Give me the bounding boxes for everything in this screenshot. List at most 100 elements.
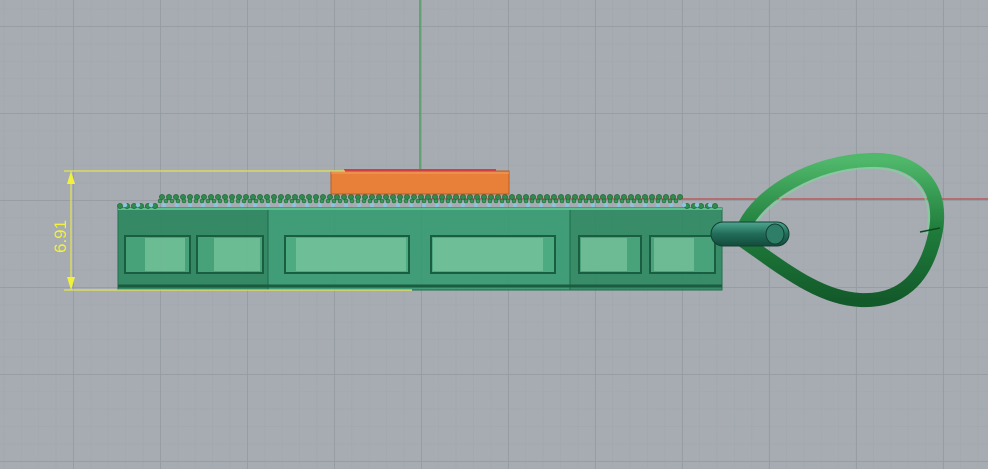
pave-stone — [193, 198, 199, 204]
selected-object[interactable] — [330, 169, 510, 195]
pave-stone — [577, 198, 583, 204]
pave-stone — [637, 198, 643, 204]
pave-stone — [516, 194, 522, 200]
pave-stone-highlight — [421, 202, 427, 208]
pave-stone — [319, 198, 325, 204]
pave-stone — [451, 198, 457, 204]
pave-stone — [474, 194, 480, 200]
pave-stone — [199, 198, 205, 204]
pave-stone — [517, 198, 523, 204]
pave-stone — [499, 198, 505, 204]
pave-stone-highlight — [343, 202, 349, 208]
pave-stone-highlight — [265, 202, 271, 208]
pave-stone — [488, 194, 494, 200]
pave-stone — [457, 198, 463, 204]
pave-stone-highlight — [447, 202, 453, 208]
pave-stone — [565, 198, 571, 204]
pave-stone — [667, 198, 673, 204]
pave-stone — [348, 194, 354, 200]
pave-stone-highlight — [655, 202, 661, 208]
pave-stone-highlight — [486, 202, 492, 208]
pave-stone — [283, 198, 289, 204]
pave-stone — [655, 198, 661, 204]
pave-stone — [391, 198, 397, 204]
pave-stone — [614, 194, 620, 200]
pave-stone-highlight — [642, 202, 648, 208]
pave-stone — [331, 198, 337, 204]
pave-stone — [600, 194, 606, 200]
pave-stone — [530, 194, 536, 200]
pave-stone-highlight — [278, 202, 284, 208]
pave-stone — [355, 198, 361, 204]
pave-stone — [649, 198, 655, 204]
pave-stone-highlight — [122, 202, 128, 208]
pave-stone — [589, 198, 595, 204]
pave-stone-highlight — [226, 202, 232, 208]
pave-stone — [670, 194, 676, 200]
pave-stone — [169, 198, 175, 204]
jump-ring-connector[interactable] — [710, 221, 790, 247]
pave-stone — [432, 194, 438, 200]
pave-stone — [625, 198, 631, 204]
pave-stone-highlight — [330, 202, 336, 208]
pave-stone — [187, 198, 193, 204]
pave-stones-row[interactable] — [117, 194, 718, 209]
pave-stone — [250, 194, 256, 200]
pave-stone-highlight — [694, 202, 700, 208]
pave-stone — [619, 198, 625, 204]
pave-stone — [558, 194, 564, 200]
pave-stone — [334, 194, 340, 200]
pave-stone — [595, 198, 601, 204]
pave-stone — [229, 198, 235, 204]
pave-stone — [325, 198, 331, 204]
pave-stone — [222, 194, 228, 200]
pave-stone-highlight — [551, 202, 557, 208]
pave-stone-highlight — [590, 202, 596, 208]
pave-stone-highlight — [408, 202, 414, 208]
pave-stone — [157, 198, 163, 204]
pave-stone — [163, 198, 169, 204]
pave-stone — [502, 194, 508, 200]
pave-stone — [180, 194, 186, 200]
pave-stone — [152, 203, 158, 209]
pave-stone — [421, 198, 427, 204]
pave-stone — [511, 198, 517, 204]
pave-stone-highlight — [434, 202, 440, 208]
pave-stone — [541, 198, 547, 204]
pave-stone-highlight — [317, 202, 323, 208]
pave-stone — [523, 198, 529, 204]
pave-stone — [390, 194, 396, 200]
pave-stone — [409, 198, 415, 204]
pave-stone — [446, 194, 452, 200]
pave-stone-highlight — [369, 202, 375, 208]
pave-stone — [247, 198, 253, 204]
pave-stone — [278, 194, 284, 200]
pave-stone — [404, 194, 410, 200]
pave-stone-highlight — [382, 202, 388, 208]
pave-stone — [403, 198, 409, 204]
dimension-value-text: 6.91 — [51, 220, 70, 253]
pave-stone — [586, 194, 592, 200]
pave-stone — [439, 198, 445, 204]
pave-stone-highlight — [629, 202, 635, 208]
pave-stone — [481, 198, 487, 204]
pave-stone-highlight — [603, 202, 609, 208]
pave-stone — [211, 198, 217, 204]
pave-stone — [236, 194, 242, 200]
pendant-body[interactable] — [117, 207, 723, 291]
pave-stone — [469, 198, 475, 204]
pave-stone — [181, 198, 187, 204]
pave-stone — [264, 194, 270, 200]
pave-stone — [656, 194, 662, 200]
pave-stone — [217, 198, 223, 204]
pave-stone-highlight — [161, 202, 167, 208]
pave-stone — [661, 198, 667, 204]
pave-stone — [460, 194, 466, 200]
cad-viewport[interactable]: 6.91 — [0, 0, 988, 469]
pave-stone — [337, 198, 343, 204]
pave-stone — [397, 198, 403, 204]
pave-stone — [712, 203, 718, 209]
pave-stone — [418, 194, 424, 200]
viewport-canvas[interactable]: 6.91 — [0, 0, 988, 469]
pave-stone-highlight — [577, 202, 583, 208]
